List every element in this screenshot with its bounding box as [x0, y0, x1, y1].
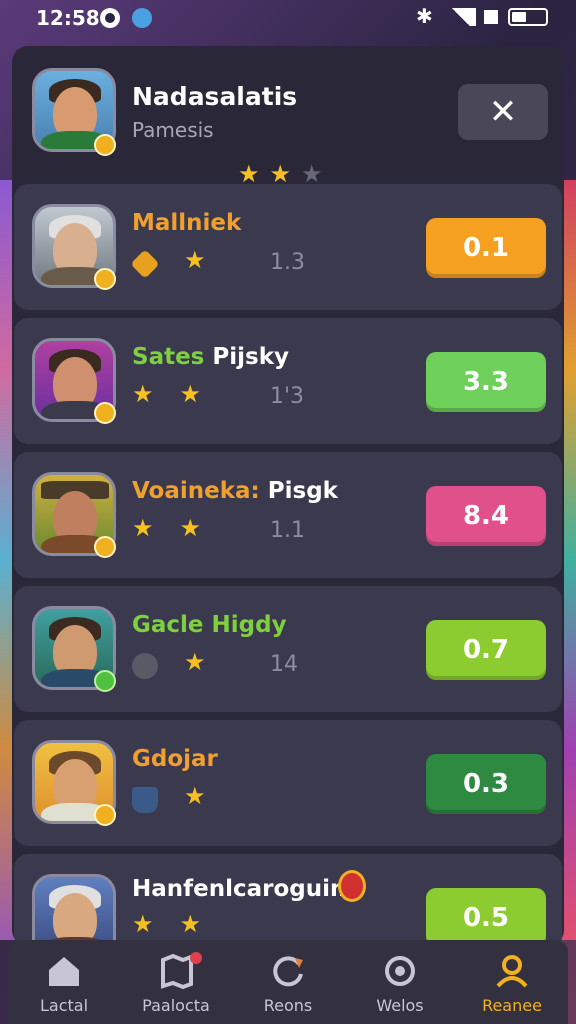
player-name: Mallniek — [132, 210, 242, 236]
star-icon: ★ — [184, 782, 206, 810]
battery-icon — [508, 8, 548, 26]
star-icon: ★ — [184, 648, 206, 676]
star-icon: ★ — [132, 910, 154, 938]
nav-label: Paalocta — [142, 996, 210, 1015]
player-items: ★ ★ — [132, 516, 211, 546]
score-button[interactable]: 0.1 — [426, 218, 546, 278]
player-stat: 14 — [270, 652, 298, 677]
score-button[interactable]: 3.3 — [426, 352, 546, 412]
notification-dot — [190, 952, 202, 964]
player-items: ★ ★ — [132, 912, 211, 942]
background-art-right — [562, 180, 576, 940]
nav-label: Lactal — [39, 996, 89, 1015]
app-notification-icon — [132, 8, 152, 28]
notification-icon — [100, 8, 120, 28]
header-subtitle: Pamesis — [132, 118, 214, 142]
star-icon: ★ — [179, 514, 202, 542]
potion-icon — [338, 870, 366, 902]
signal-icon — [446, 8, 476, 26]
player-name: Gacle Higdy — [132, 612, 287, 638]
rating-stars: ★ ★ ★ — [238, 162, 333, 186]
coin-badge-icon — [94, 134, 116, 156]
player-stat: 1.1 — [270, 518, 305, 543]
nav-label: Reanee — [482, 996, 542, 1015]
score-button[interactable]: 0.5 — [426, 888, 546, 946]
list-item[interactable]: Gdojar ★ 0.3 — [14, 720, 562, 846]
player-name: Sates Pijsky — [132, 344, 289, 370]
coin-badge-icon — [94, 402, 116, 424]
star-icon: ★ — [132, 380, 154, 408]
list-item[interactable]: Sates Pijsky ★ ★ 1'3 3.3 — [14, 318, 562, 444]
score-button[interactable]: 0.3 — [426, 754, 546, 814]
gem-badge-icon — [94, 670, 116, 692]
player-name: Voaineka: Pisgk — [132, 478, 338, 504]
player-stat: 1.3 — [270, 250, 305, 275]
coin-badge-icon — [94, 268, 116, 290]
list-item[interactable]: Hanfenlcaroguim ★ ★ 0.5 — [14, 854, 562, 946]
sim-icon — [484, 10, 498, 24]
nav-item-welos[interactable]: Welos — [344, 946, 456, 1024]
player-items: ★ — [130, 246, 216, 279]
bottom-nav: Lactal Paalocta Reons Welos Reanee — [8, 940, 568, 1024]
bag-icon — [132, 652, 158, 679]
star-empty-icon: ★ — [301, 160, 323, 188]
coin-badge-icon — [94, 536, 116, 558]
bluetooth-icon: ✱ — [416, 4, 433, 28]
list-item[interactable]: Gacle Higdy ★ 14 0.7 — [14, 586, 562, 712]
panel-header: Nadasalatis Pamesis ✕ ★ ★ ★ — [12, 46, 564, 186]
nav-item-lactal[interactable]: Lactal — [8, 946, 120, 1024]
close-button[interactable]: ✕ — [458, 84, 548, 140]
potion-icon — [132, 786, 158, 813]
player-stat: 1'3 — [270, 384, 305, 409]
refresh-icon — [273, 956, 303, 987]
coin-badge-icon — [94, 804, 116, 826]
header-name: Nadasalatis — [132, 82, 298, 111]
star-icon: ★ — [179, 380, 202, 408]
gem-icon — [130, 248, 160, 279]
settings-icon — [385, 956, 415, 986]
player-name: Hanfenlcaroguim — [132, 876, 354, 902]
star-icon: ★ — [184, 246, 206, 274]
score-button[interactable]: 8.4 — [426, 486, 546, 546]
home-icon — [49, 957, 79, 986]
star-icon: ★ — [179, 910, 202, 938]
star-icon: ★ — [132, 514, 154, 542]
player-items: ★ — [132, 650, 216, 680]
player-name: Gdojar — [132, 746, 218, 772]
status-bar: 12:58 ✱ — [0, 0, 576, 36]
score-button[interactable]: 0.7 — [426, 620, 546, 680]
list-item[interactable]: Voaineka: Pisgk ★ ★ 1.1 8.4 — [14, 452, 562, 578]
star-icon: ★ — [269, 160, 292, 188]
nav-label: Welos — [376, 996, 424, 1015]
player-items: ★ — [132, 784, 216, 814]
status-time: 12:58 — [36, 6, 100, 30]
nav-item-reanee[interactable]: Reanee — [456, 946, 568, 1024]
nav-item-reons[interactable]: Reons — [232, 946, 344, 1024]
profile-icon — [496, 955, 528, 988]
nav-item-paalocta[interactable]: Paalocta — [120, 946, 232, 1024]
player-avatar — [32, 874, 116, 946]
leaderboard-panel: Nadasalatis Pamesis ✕ ★ ★ ★ Mallniek ★ 1.3… — [12, 46, 564, 946]
nav-label: Reons — [263, 996, 313, 1015]
list-item[interactable]: Mallniek ★ 1.3 0.1 — [14, 184, 562, 310]
star-icon: ★ — [238, 160, 260, 188]
player-items: ★ ★ — [132, 382, 211, 412]
